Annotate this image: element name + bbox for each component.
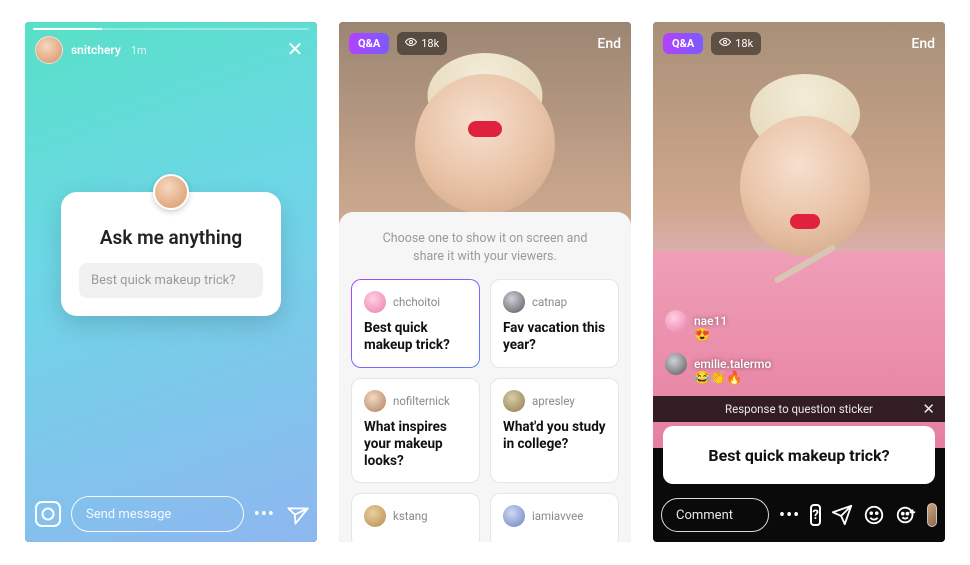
add-guest-icon[interactable] bbox=[895, 504, 917, 526]
question-user: chchoitoi bbox=[364, 291, 467, 313]
question-icon[interactable]: ? bbox=[810, 504, 821, 526]
question-username: iamiavvee bbox=[532, 509, 583, 523]
question-card[interactable]: catnap Fav vacation this year? bbox=[490, 279, 619, 368]
story-timestamp: 1m bbox=[131, 44, 147, 57]
viewer-count-value: 18k bbox=[421, 37, 439, 50]
comment-row: nae11 😍 bbox=[665, 310, 771, 343]
media-thumbnail[interactable] bbox=[927, 503, 937, 527]
question-text: What inspires your makeup looks? bbox=[364, 419, 467, 470]
sticker-answer-input[interactable]: Best quick makeup trick? bbox=[79, 263, 263, 298]
viewer-count-badge[interactable]: 18k bbox=[711, 32, 761, 55]
viewer-count-value: 18k bbox=[735, 37, 753, 50]
sheet-hint: Choose one to show it on screen and shar… bbox=[351, 228, 619, 279]
question-text: What'd you study in college? bbox=[503, 419, 606, 453]
question-username: apresley bbox=[532, 394, 575, 408]
comment-reactions: 😂👏🔥 bbox=[694, 371, 771, 386]
question-username: nofilternick bbox=[393, 394, 450, 408]
more-icon[interactable]: ••• bbox=[254, 504, 275, 525]
story-progress-fill bbox=[33, 28, 102, 30]
user-avatar bbox=[364, 291, 386, 313]
question-user: kstang bbox=[364, 505, 467, 527]
sticker-user-avatar bbox=[153, 174, 189, 210]
question-banner-title: Response to question sticker bbox=[725, 402, 873, 416]
live-top-controls: Q&A 18k End bbox=[349, 32, 621, 55]
question-card[interactable]: iamiavvee bbox=[490, 493, 619, 542]
effects-icon[interactable] bbox=[863, 504, 885, 526]
question-sticker[interactable]: Ask me anything Best quick makeup trick? bbox=[61, 192, 281, 316]
qa-badge[interactable]: Q&A bbox=[663, 33, 703, 54]
qa-picker-screen: Q&A 18k End Choose one to show it on scr… bbox=[339, 22, 631, 542]
question-user: apresley bbox=[503, 390, 606, 412]
sticker-prompt: Ask me anything bbox=[79, 226, 263, 249]
question-username: catnap bbox=[532, 295, 567, 309]
qa-badge[interactable]: Q&A bbox=[349, 33, 389, 54]
comment-input[interactable]: Comment bbox=[661, 498, 769, 532]
commenter-avatar[interactable] bbox=[665, 353, 687, 375]
question-grid: chchoitoi Best quick makeup trick? catna… bbox=[351, 279, 619, 542]
commenter-avatar[interactable] bbox=[665, 310, 687, 332]
question-text: Fav vacation this year? bbox=[503, 320, 606, 354]
live-answer-screen: Q&A 18k End nae11 😍 emilie.talermo 😂👏🔥 R… bbox=[653, 22, 945, 542]
close-icon[interactable]: ✕ bbox=[922, 400, 935, 418]
question-banner-text: Best quick makeup trick? bbox=[708, 446, 889, 465]
question-text: Best quick makeup trick? bbox=[364, 320, 467, 354]
story-screen: snitchery 1m ✕ Ask me anything Best quic… bbox=[25, 22, 317, 542]
comment-placeholder: Comment bbox=[676, 508, 733, 523]
more-icon[interactable]: ••• bbox=[779, 505, 800, 526]
close-icon[interactable]: ✕ bbox=[283, 38, 307, 62]
question-banner: Best quick makeup trick? bbox=[663, 426, 935, 484]
live-comments: nae11 😍 emilie.talermo 😂👏🔥 bbox=[665, 310, 771, 386]
question-sheet: Choose one to show it on screen and shar… bbox=[339, 212, 631, 542]
user-avatar bbox=[364, 505, 386, 527]
send-message-input[interactable]: Send message bbox=[71, 496, 244, 532]
share-icon[interactable] bbox=[831, 504, 853, 526]
eye-icon bbox=[719, 36, 731, 51]
end-button[interactable]: End bbox=[911, 36, 935, 52]
question-username: chchoitoi bbox=[393, 295, 440, 309]
user-avatar bbox=[503, 390, 525, 412]
story-header: snitchery 1m ✕ bbox=[35, 36, 307, 64]
story-progress bbox=[33, 28, 309, 30]
comment-reactions: 😍 bbox=[694, 328, 771, 343]
comment-row: emilie.talermo 😂👏🔥 bbox=[665, 353, 771, 386]
user-avatar bbox=[364, 390, 386, 412]
question-card[interactable]: chchoitoi Best quick makeup trick? bbox=[351, 279, 480, 368]
eye-icon bbox=[405, 36, 417, 51]
story-username[interactable]: snitchery bbox=[71, 43, 121, 57]
question-banner-header: Response to question sticker ✕ bbox=[653, 396, 945, 422]
end-button[interactable]: End bbox=[597, 36, 621, 52]
viewer-count-badge[interactable]: 18k bbox=[397, 32, 447, 55]
question-card[interactable]: apresley What'd you study in college? bbox=[490, 378, 619, 484]
commenter-username[interactable]: emilie.talermo bbox=[694, 357, 771, 371]
live-top-controls: Q&A 18k End bbox=[663, 32, 935, 55]
user-avatar bbox=[503, 291, 525, 313]
question-user: catnap bbox=[503, 291, 606, 313]
question-card[interactable]: kstang bbox=[351, 493, 480, 542]
commenter-username[interactable]: nae11 bbox=[694, 314, 727, 328]
send-message-placeholder: Send message bbox=[86, 507, 171, 522]
question-username: kstang bbox=[393, 509, 428, 523]
question-card[interactable]: nofilternick What inspires your makeup l… bbox=[351, 378, 480, 484]
camera-icon[interactable] bbox=[35, 501, 61, 527]
story-user-avatar[interactable] bbox=[35, 36, 63, 64]
question-user: iamiavvee bbox=[503, 505, 606, 527]
user-avatar bbox=[503, 505, 525, 527]
share-icon[interactable] bbox=[282, 500, 310, 528]
question-user: nofilternick bbox=[364, 390, 467, 412]
story-footer: Send message ••• bbox=[35, 496, 307, 532]
live-footer: Comment ••• ? bbox=[661, 498, 937, 532]
